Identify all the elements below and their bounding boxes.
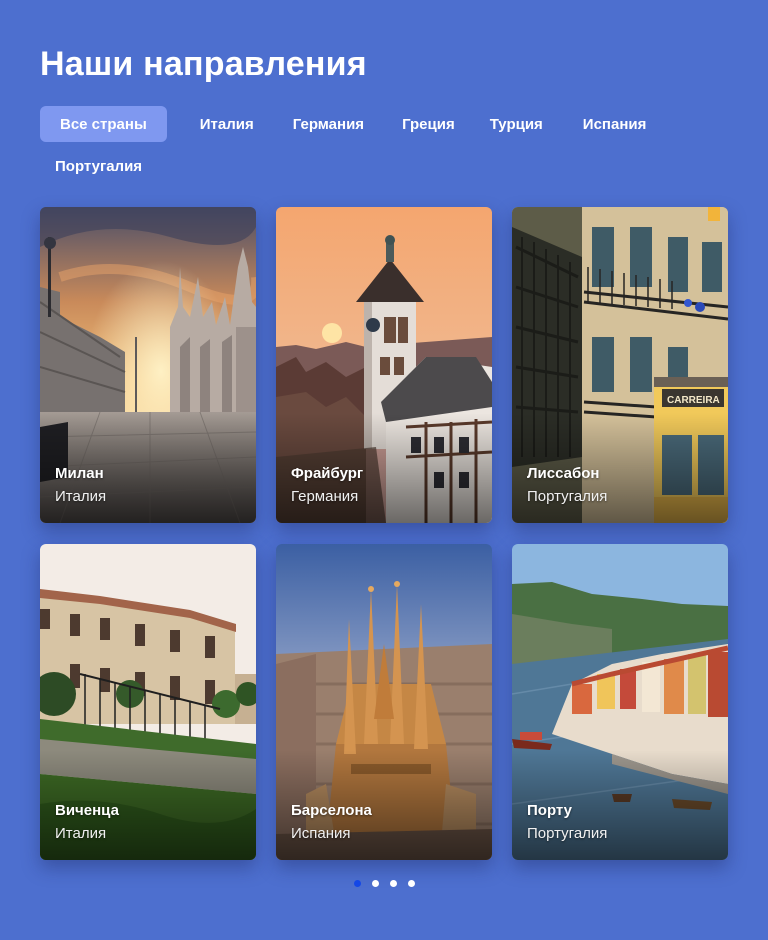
destination-card-freiburg[interactable]: Фрайбург Германия	[276, 207, 492, 523]
pagination-dot-1[interactable]	[354, 880, 361, 887]
destination-card-milan[interactable]: Милан Италия	[40, 207, 256, 523]
filter-germany[interactable]: Германия	[273, 106, 384, 142]
card-city: Фрайбург	[291, 465, 364, 482]
card-country: Италия	[55, 825, 107, 842]
pagination-dot-2[interactable]	[372, 880, 379, 887]
destination-card-barcelona[interactable]: Барселона Испания	[276, 544, 492, 860]
carousel-pagination	[354, 880, 415, 887]
filter-turkey[interactable]: Турция	[470, 106, 563, 142]
filter-portugal[interactable]: Португалия	[35, 148, 162, 184]
card-city: Виченца	[55, 802, 119, 819]
card-city: Милан	[55, 465, 104, 482]
card-country: Португалия	[527, 825, 608, 842]
destination-card-porto[interactable]: Порту Португалия	[512, 544, 728, 860]
filter-greece[interactable]: Греция	[382, 106, 475, 142]
country-filter-bar: Все страны Италия Германия Греция Турция…	[40, 106, 730, 184]
card-country: Португалия	[527, 488, 608, 505]
card-city: Лиссабон	[527, 465, 600, 482]
filter-italy[interactable]: Италия	[180, 106, 274, 142]
card-city: Порту	[527, 802, 572, 819]
pagination-dot-3[interactable]	[390, 880, 397, 887]
card-city: Барселона	[291, 802, 372, 819]
tram-sign-text: CARREIRA	[667, 395, 720, 406]
card-country: Испания	[291, 825, 351, 842]
destination-card-vicenza[interactable]: Виченца Италия	[40, 544, 256, 860]
card-country: Германия	[291, 488, 359, 505]
page-title: Наши направления	[40, 45, 367, 83]
card-country: Италия	[55, 488, 107, 505]
destination-card-lisbon[interactable]: CARREIRA Лиссабон Португалия	[512, 207, 728, 523]
filter-spain[interactable]: Испания	[563, 106, 667, 142]
destination-grid: Милан Италия Фрайбург Германия CARREIRA …	[40, 207, 728, 860]
pagination-dot-4[interactable]	[408, 880, 415, 887]
filter-all-countries[interactable]: Все страны	[40, 106, 167, 142]
